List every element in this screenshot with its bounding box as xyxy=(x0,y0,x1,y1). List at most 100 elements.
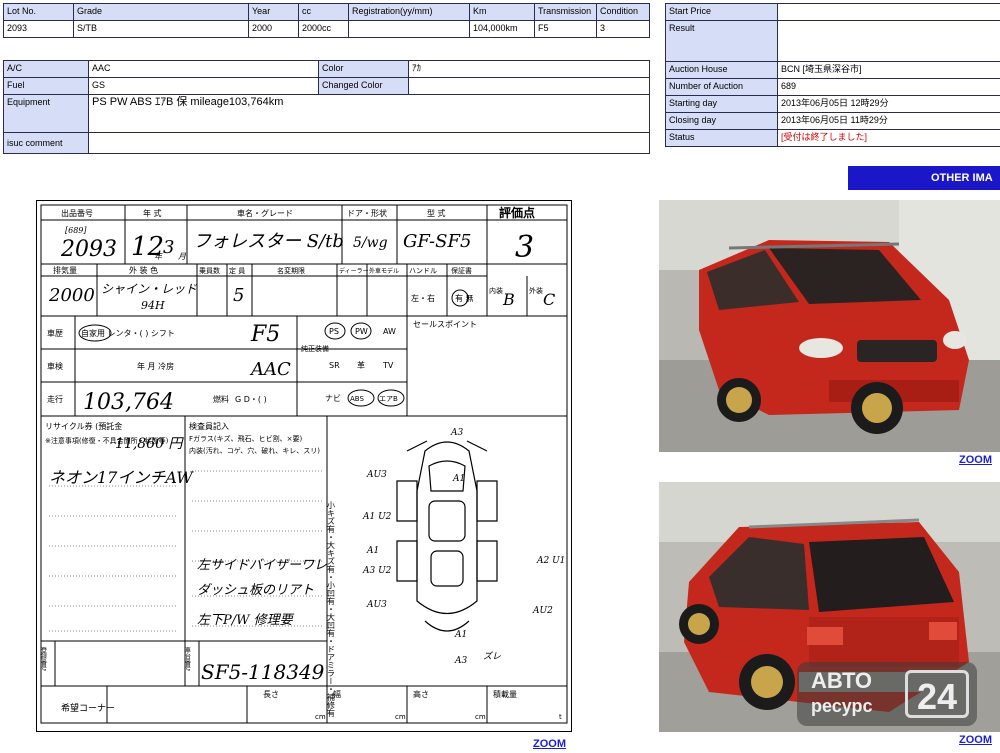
damage-mark-8: A2 U1 xyxy=(536,556,565,566)
sheet-reg-label: 登録番号 xyxy=(40,646,47,672)
car-photo-front[interactable] xyxy=(659,200,1000,452)
auction-sheet-drawing: 出品番号 年 式 車名・グレード ドア・形状 型 式 評価点 排気量 外 装 色… xyxy=(40,204,568,724)
sheet-fuel-options: G D・( ) xyxy=(235,395,267,404)
damage-mark-10: A1 xyxy=(454,630,467,640)
sheet-score-header: 評価点 xyxy=(499,205,535,220)
auction-house-row: Auction House BCN [埼玉県深谷市] xyxy=(665,61,1000,79)
registration-value xyxy=(348,20,470,38)
result-value xyxy=(777,20,1000,62)
grade-value: S/TB xyxy=(73,20,249,38)
color-label: Color xyxy=(318,60,409,78)
cc-header: cc xyxy=(298,3,349,21)
lot-info-table: Lot No. Grade Year cc Registration(yy/mm… xyxy=(3,3,650,38)
sheet-frame-value: SF5-118349 xyxy=(201,660,325,684)
sheet-inspection-value: 年 月 冷房 xyxy=(137,361,174,371)
transmission-header: Transmission xyxy=(534,3,597,21)
damage-mark-7: AU3 xyxy=(366,600,387,610)
ac-label: A/C xyxy=(3,60,89,78)
sheet-inspector-label: 検査員記入 xyxy=(189,421,229,431)
color-value: ｱｶ xyxy=(408,60,650,78)
sheet-unit-load: t xyxy=(559,713,562,721)
sheet-wish-label: 希望コーナー xyxy=(61,702,115,714)
sheet-color: シャイン・レッド xyxy=(101,282,198,296)
sheet-grade-int-label: 内装 xyxy=(489,286,503,295)
km-header: Km xyxy=(469,3,535,21)
sheet-ext-header: 外車モデル xyxy=(369,267,399,275)
closing-day-value: 2013年06月05日 11時29分 xyxy=(777,112,1000,130)
year-value: 2000 xyxy=(248,20,299,38)
sheet-fuel-label: 燃料 xyxy=(213,394,229,404)
start-price-value xyxy=(777,3,1000,21)
sheet-warranty-header: 保証書 xyxy=(451,266,472,275)
rear-photo-zoom-link[interactable]: ZOOM xyxy=(959,734,992,746)
result-label: Result xyxy=(665,20,778,62)
status-value: [受付は終了しました] xyxy=(777,129,1000,147)
equipment-row: Equipment PS PW ABS ｴｱB 保 mileage103,764… xyxy=(3,94,650,133)
fuel-row: Fuel GS Changed Color xyxy=(3,77,650,95)
auction-sheet[interactable]: 出品番号 年 式 車名・グレード ドア・形状 型 式 評価点 排気量 外 装 色… xyxy=(36,200,572,732)
sheet-grade-ext: C xyxy=(543,290,555,309)
sheet-type: GF-SF5 xyxy=(403,231,471,252)
sheet-grade-ext-label: 外装 xyxy=(529,286,543,295)
auction-table: Start Price Result Auction House BCN [埼玉… xyxy=(665,3,1000,147)
sheet-recycle-value: 11,860 円 xyxy=(115,436,184,452)
sheet-opt-2b: 革 xyxy=(357,360,365,370)
sheet-height-label: 高さ xyxy=(413,689,429,699)
equipment-label: Equipment xyxy=(3,94,89,133)
watermark-brand-line1: АВТО xyxy=(811,668,872,693)
sheet-color-code: 94H xyxy=(141,299,165,312)
auction-number-value: 689 xyxy=(777,78,1000,96)
registration-header: Registration(yy/mm) xyxy=(348,3,470,21)
car-photo-rear[interactable]: АВТО ресурс 24 xyxy=(659,482,1000,732)
lot-header-row: Lot No. Grade Year cc Registration(yy/mm… xyxy=(3,3,650,21)
sheet-unit-height: cm xyxy=(475,713,486,721)
sheet-handle-options: 左・右 xyxy=(411,293,435,303)
fuel-value: GS xyxy=(88,77,319,95)
sheet-mileage: 103,764 xyxy=(83,390,174,415)
closing-day-label: Closing day xyxy=(665,112,778,130)
watermark-number: 24 xyxy=(905,670,969,718)
transmission-value: F5 xyxy=(534,20,597,38)
sheet-shift: F5 xyxy=(250,322,280,347)
sheet-lot-header: 出品番号 xyxy=(61,208,93,218)
cc-value: 2000cc xyxy=(298,20,349,38)
sheet-ac: AAC xyxy=(249,359,291,380)
sheet-opt-1a: PS xyxy=(329,327,339,336)
other-images-button[interactable]: OTHER IMA xyxy=(848,166,1000,190)
changed-color-value xyxy=(408,77,650,95)
sheet-cc: 2000 xyxy=(48,285,95,306)
fuel-label: Fuel xyxy=(3,77,89,95)
ac-row: A/C AAC Color ｱｶ xyxy=(3,60,650,78)
status-label: Status xyxy=(665,129,778,147)
sheet-opt-1b: PW xyxy=(355,327,368,336)
sheet-warranty-options: 有 無 xyxy=(455,293,474,303)
sheet-month: 3 xyxy=(163,237,174,258)
auction-house-label: Auction House xyxy=(665,61,778,79)
sheet-opt-1c: AW xyxy=(383,327,396,336)
sheet-grade-int: B xyxy=(502,290,515,309)
auction-number-row: Number of Auction 689 xyxy=(665,78,1000,96)
damage-mark-6: A3 U2 xyxy=(362,566,392,576)
ac-value: AAC xyxy=(88,60,319,78)
sheet-zoom-link[interactable]: ZOOM xyxy=(533,738,566,750)
sheet-dealer-header: ディーラー xyxy=(339,267,369,275)
damage-mark-4: A1 U2 xyxy=(362,512,392,522)
damage-mark-5: A1 xyxy=(366,546,379,556)
sheet-opt-3b: ABS xyxy=(350,395,364,403)
sheet-inspection-label: 車検 xyxy=(47,361,63,371)
comment-row: isuc comment xyxy=(3,132,650,154)
front-photo-zoom-link[interactable]: ZOOM xyxy=(959,454,992,466)
sheet-length-label: 長さ xyxy=(263,690,279,699)
starting-day-value: 2013年06月05日 12時29分 xyxy=(777,95,1000,113)
sheet-opt-3a: ナビ xyxy=(325,394,341,403)
auction-house-value: BCN [埼玉県深谷市] xyxy=(777,61,1000,79)
condition-header: Condition xyxy=(596,3,650,21)
sheet-lot: 2093 xyxy=(60,237,117,262)
sheet-opt-3c: エアB xyxy=(379,395,398,403)
car-diagram xyxy=(396,440,498,632)
starting-day-row: Starting day 2013年06月05日 12時29分 xyxy=(665,95,1000,113)
damage-mark-11: A3 xyxy=(454,656,467,666)
sheet-glass-label: Fガラス(キズ、飛石、ヒビ割、×要) xyxy=(189,434,302,443)
details-table: A/C AAC Color ｱｶ Fuel GS Changed Color E… xyxy=(3,60,650,154)
sheet-mileage-label: 走行 xyxy=(47,394,63,404)
